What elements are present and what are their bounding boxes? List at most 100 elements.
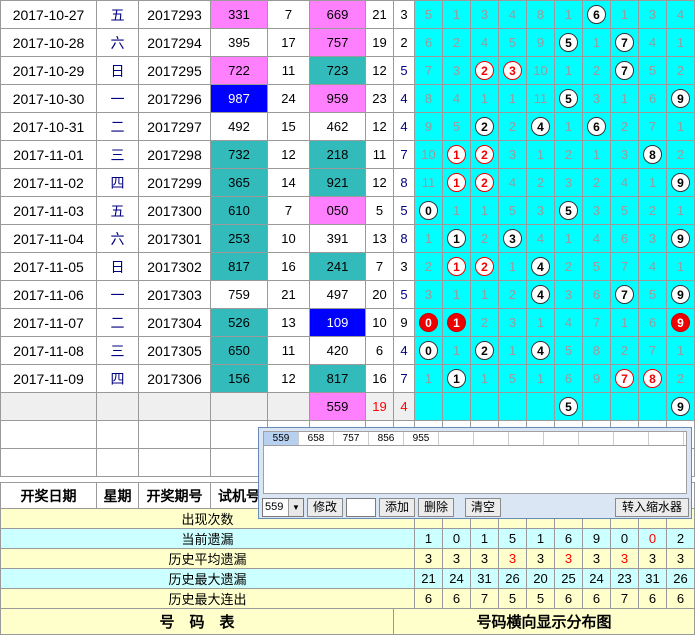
stat-value: 1: [526, 528, 555, 549]
history-number[interactable]: 559: [264, 432, 299, 445]
number-ball: 0: [419, 341, 438, 360]
dist-cell-9: 9: [666, 308, 695, 337]
row-period: 2017303: [138, 280, 211, 309]
number-ball: 6: [587, 117, 606, 136]
dist-cell-9: 1: [666, 196, 695, 225]
dist-cell-6: 6: [582, 280, 611, 309]
distribution-chart-title: 号码横向显示分布图: [393, 608, 695, 635]
dist-cell-8: 1: [638, 168, 667, 197]
stat-value: 31: [638, 568, 667, 589]
dist-cell-9: 2: [666, 140, 695, 169]
row-span: 3: [393, 252, 415, 281]
stat-value: 6: [638, 588, 667, 609]
dist-cell-5: 1: [554, 112, 583, 141]
stat-value: 3: [414, 548, 443, 569]
stat-value: 6: [666, 588, 695, 609]
dist-cell-4: 10: [526, 56, 555, 85]
row-draw-number: 757: [309, 28, 366, 57]
row-period: 2017304: [138, 308, 211, 337]
number-ball: 5: [559, 201, 578, 220]
stat-value: 3: [638, 548, 667, 569]
dist-cell-2: 3: [470, 0, 499, 29]
number-entry-area[interactable]: [263, 446, 687, 494]
draw-history-table: 2017-10-27 五 2017293 331 7 669 21 3 5 1 3 4 8 1 6 1 3 4 20…: [0, 0, 695, 477]
pending-dist-cell-4: [526, 392, 555, 421]
dist-cell-4: 4: [526, 112, 555, 141]
stat-value: 21: [414, 568, 443, 589]
stat-value: 7: [610, 588, 639, 609]
stat-value: 3: [554, 548, 583, 569]
history-number[interactable]: 658: [299, 432, 334, 445]
dist-cell-7: 6: [610, 224, 639, 253]
row-sum: 20: [365, 280, 394, 309]
number-ball: 9: [671, 285, 690, 304]
table-row: 2017-10-29 日 2017295 722 11 723 12 5 7 3 2 3 10 1 2 7 5 2: [0, 56, 695, 85]
row-test-sum: 17: [267, 28, 310, 57]
dist-cell-4: 4: [526, 224, 555, 253]
dist-cell-5: 5: [554, 336, 583, 365]
dropdown-arrow-icon[interactable]: ▼: [288, 499, 303, 516]
stat-row: 历史平均遗漏 3 3 3 3 3 3 3 3 3 3: [0, 548, 695, 569]
dist-cell-7: 7: [610, 364, 639, 393]
dist-cell-6: 4: [582, 224, 611, 253]
stat-value: 6: [582, 588, 611, 609]
delete-button[interactable]: 删除: [418, 498, 454, 517]
modify-button[interactable]: 修改: [307, 498, 343, 517]
row-test-number: 395: [210, 28, 268, 57]
dist-cell-4: 4: [526, 336, 555, 365]
history-number[interactable]: 856: [369, 432, 404, 445]
row-test-number: 492: [210, 112, 268, 141]
stat-value: 3: [470, 548, 499, 569]
clear-button[interactable]: 清空: [465, 498, 501, 517]
stat-value: 3: [498, 548, 527, 569]
dist-cell-0: 2: [414, 252, 443, 281]
row-sum: 19: [365, 28, 394, 57]
dist-cell-1: 3: [442, 56, 471, 85]
stat-value: 0: [638, 528, 667, 549]
row-period: 2017293: [138, 0, 211, 29]
dist-cell-1: 1: [442, 364, 471, 393]
number-input[interactable]: [346, 498, 376, 517]
dist-cell-7: 7: [610, 252, 639, 281]
row-test-sum: 14: [267, 168, 310, 197]
dist-cell-2: 2: [470, 112, 499, 141]
row-period: 2017302: [138, 252, 211, 281]
transfer-to-filter-button[interactable]: 转入缩水器: [615, 498, 689, 517]
dist-cell-9: 1: [666, 252, 695, 281]
dist-cell-3: 5: [498, 364, 527, 393]
row-period: 2017297: [138, 112, 211, 141]
add-button[interactable]: 添加: [379, 498, 415, 517]
dist-cell-2: 2: [470, 168, 499, 197]
stat-value: 6: [554, 588, 583, 609]
row-date: 2017-10-29: [0, 56, 97, 85]
history-number-list: 559 658 757 856 955: [263, 431, 687, 446]
dist-cell-4: 4: [526, 280, 555, 309]
table-row: 2017-10-30 一 2017296 987 24 959 23 4 8 4 1 1 11 5 3 1 6 9: [0, 84, 695, 113]
dist-cell-9: 2: [666, 56, 695, 85]
dist-cell-3: 1: [498, 336, 527, 365]
stat-label: 当前遗漏: [0, 528, 415, 549]
table-row: 2017-11-08 三 2017305 650 11 420 6 4 0 1 2 1 4 5 8 2 7 1: [0, 336, 695, 365]
pending-sum: 19: [365, 392, 394, 421]
pending-dist-cell-1: [442, 392, 471, 421]
dist-cell-7: 5: [610, 196, 639, 225]
stat-value: 5: [498, 588, 527, 609]
dist-cell-0: 9: [414, 112, 443, 141]
stat-value: 5: [526, 588, 555, 609]
row-period: 2017306: [138, 364, 211, 393]
dist-cell-1: 1: [442, 252, 471, 281]
dist-cell-9: 1: [666, 336, 695, 365]
number-ball: 5: [559, 89, 578, 108]
stat-label: 历史最大遗漏: [0, 568, 415, 589]
row-sum: 23: [365, 84, 394, 113]
number-select[interactable]: 559 ▼: [262, 498, 304, 517]
history-number[interactable]: 955: [404, 432, 439, 445]
row-span: 4: [393, 112, 415, 141]
dist-cell-8: 3: [638, 0, 667, 29]
history-number[interactable]: 757: [334, 432, 369, 445]
row-test-sum: 7: [267, 196, 310, 225]
number-ball: 7: [615, 285, 634, 304]
dist-cell-0: 3: [414, 280, 443, 309]
row-period: 2017296: [138, 84, 211, 113]
table-row: 2017-11-01 三 2017298 732 12 218 11 7 10 1 2 3 1 2 1 3 8 2: [0, 140, 695, 169]
